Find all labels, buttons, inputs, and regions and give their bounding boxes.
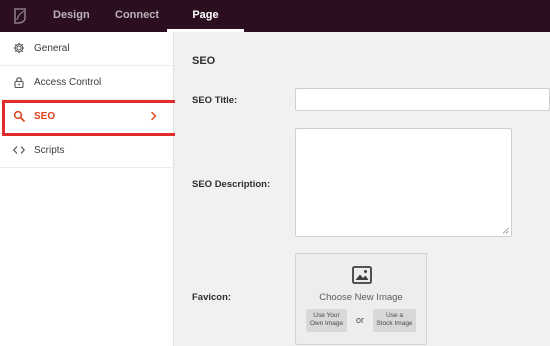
seo-title-input[interactable] <box>295 88 550 111</box>
section-title: SEO <box>192 55 216 67</box>
favicon-picker[interactable]: Choose New Image Use Your Own Image or U… <box>295 253 427 345</box>
leaf-icon[interactable] <box>0 0 40 32</box>
use-stock-image-line2: Stock Image <box>376 320 413 327</box>
use-stock-image-button[interactable]: Use a Stock Image <box>373 309 416 332</box>
seo-settings-panel: SEO SEO Title: SEO Description: Favicon:… <box>175 32 550 346</box>
use-stock-image-line1: Use a <box>386 312 403 319</box>
seo-highlight-frame <box>2 100 178 136</box>
image-icon <box>352 266 372 284</box>
sidebar-item-general[interactable]: General <box>0 32 174 66</box>
tab-design[interactable]: Design <box>53 0 90 32</box>
sidebar-item-label: Access Control <box>34 77 102 88</box>
seo-title-label: SEO Title: <box>192 95 238 106</box>
sidebar-item-label: General <box>34 43 70 54</box>
sidebar-item-scripts[interactable]: Scripts <box>0 134 174 168</box>
settings-sidebar: General Access Control SEO Scripts <box>0 32 174 346</box>
use-own-image-line1: Use Your <box>313 312 340 319</box>
favicon-label: Favicon: <box>192 292 232 303</box>
seo-description-textarea[interactable] <box>295 128 512 237</box>
tab-connect[interactable]: Connect <box>115 0 159 32</box>
tab-page-settings[interactable]: Page Settings <box>167 0 244 51</box>
code-icon <box>13 146 25 154</box>
sidebar-item-access-control[interactable]: Access Control <box>0 66 174 100</box>
seo-description-label: SEO Description: <box>192 179 271 190</box>
use-own-image-line2: Own Image <box>309 320 344 327</box>
use-own-image-button[interactable]: Use Your Own Image <box>306 309 347 332</box>
gear-icon <box>13 42 25 54</box>
resize-grip-icon[interactable] <box>502 227 509 234</box>
sidebar-item-label: Scripts <box>34 145 65 156</box>
top-navigation-bar: Design Connect Page Settings <box>0 0 550 51</box>
choose-new-image-text[interactable]: Choose New Image <box>296 292 426 303</box>
lock-icon <box>14 77 24 88</box>
or-separator: or <box>356 315 365 325</box>
